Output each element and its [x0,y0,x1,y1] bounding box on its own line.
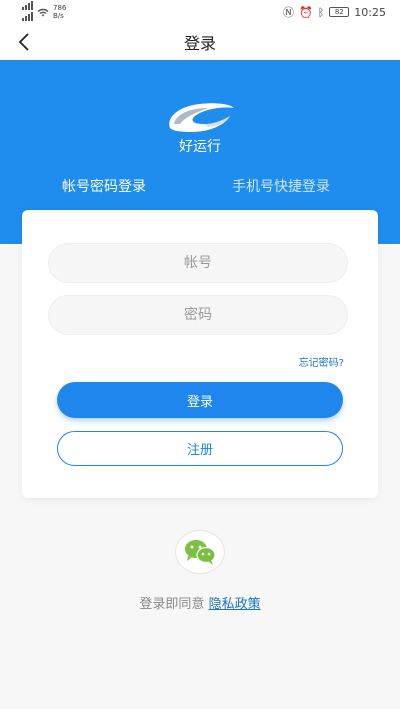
status-bar: 786 B/s Ⓝ ⏰ ᛒ 82 10:25 [0,0,400,24]
nfc-icon: Ⓝ [282,6,294,19]
wechat-login-button[interactable] [175,530,225,574]
chevron-left-icon [18,33,29,51]
status-right: Ⓝ ⏰ ᛒ 82 10:25 [283,4,386,20]
signal-indicators [22,1,33,23]
tab-phone-login[interactable]: 手机号快捷登录 [232,176,330,196]
header: 登录 [0,24,400,60]
account-input[interactable] [48,243,348,283]
forgot-password-link[interactable]: 忘记密码? [299,354,344,369]
page-title: 登录 [183,34,216,53]
battery-level: 82 [334,8,344,16]
alarm-icon: ⏰ [298,5,313,19]
privacy-policy-link[interactable]: 隐私政策 [209,597,261,612]
bluetooth-icon: ᛒ [317,5,325,19]
agreement-prefix: 登录即同意 [139,597,205,612]
status-time: 10:25 [354,5,386,19]
wechat-icon [185,540,216,565]
battery-icon: 82 [329,7,350,17]
login-card: 忘记密码? 登录 注册 [22,210,378,498]
register-button[interactable]: 注册 [57,431,343,466]
net-speed-value: 786 [53,4,67,12]
status-left: 786 B/s [22,1,66,23]
login-button[interactable]: 登录 [57,382,343,418]
app-name: 好运行 [179,139,221,155]
agreement-text: 登录即同意 隐私政策 [0,593,400,612]
net-speed-unit: B/s [53,12,64,20]
tab-account-login[interactable]: 帐号密码登录 [62,176,146,196]
back-button[interactable] [12,31,36,53]
signal-icon-2 [22,12,33,23]
net-speed: 786 B/s [53,4,66,20]
password-input[interactable] [48,295,348,335]
app-logo-icon [169,103,234,132]
wifi-icon [37,8,49,16]
signal-icon [22,1,33,12]
